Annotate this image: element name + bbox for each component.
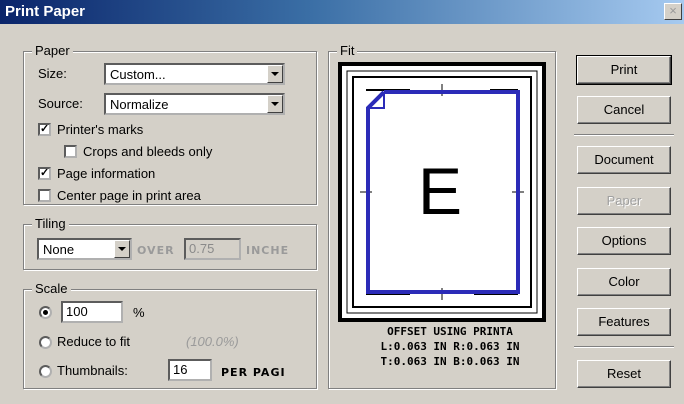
print-button[interactable]: Print bbox=[576, 55, 672, 85]
document-button[interactable]: Document bbox=[577, 146, 671, 174]
source-select-value: Normalize bbox=[110, 97, 169, 112]
fit-info-line2: L:0.063 IN R:0.063 IN bbox=[380, 340, 520, 353]
printers-marks-checkbox[interactable]: ✓ bbox=[38, 123, 51, 136]
chevron-down-icon[interactable] bbox=[114, 240, 130, 258]
paper-legend: Paper bbox=[32, 43, 73, 58]
center-page-checkbox[interactable] bbox=[38, 189, 51, 202]
button-separator bbox=[574, 346, 674, 348]
reduce-to-fit-label[interactable]: Reduce to fit bbox=[57, 334, 130, 349]
button-separator bbox=[574, 134, 674, 136]
close-icon[interactable]: × bbox=[664, 3, 682, 20]
tiling-over-label: OVER bbox=[137, 244, 175, 257]
size-label: Size: bbox=[38, 66, 67, 81]
per-page-label: PER PAGI bbox=[221, 366, 286, 379]
scale-percent-input[interactable]: 100 bbox=[61, 301, 123, 323]
percent-sign: % bbox=[133, 305, 145, 320]
reset-button[interactable]: Reset bbox=[577, 360, 671, 388]
thumbnails-radio[interactable] bbox=[39, 365, 52, 378]
thumbnails-label[interactable]: Thumbnails: bbox=[57, 363, 128, 378]
source-label: Source: bbox=[38, 96, 83, 111]
tiling-legend: Tiling bbox=[32, 216, 69, 231]
center-page-label[interactable]: Center page in print area bbox=[57, 188, 201, 203]
page-information-checkbox[interactable]: ✓ bbox=[38, 167, 51, 180]
print-paper-dialog: Print Paper × Paper Size: Custom... Sour… bbox=[0, 0, 684, 404]
paper-button[interactable]: Paper bbox=[577, 187, 671, 215]
crops-bleeds-label[interactable]: Crops and bleeds only bbox=[83, 144, 212, 159]
tiling-select[interactable]: None bbox=[37, 238, 132, 260]
options-button[interactable]: Options bbox=[577, 227, 671, 255]
cancel-button[interactable]: Cancel bbox=[577, 96, 671, 124]
tiling-select-value: None bbox=[43, 242, 75, 257]
chevron-down-icon[interactable] bbox=[267, 65, 283, 83]
printers-marks-label[interactable]: Printer's marks bbox=[57, 122, 143, 137]
tiling-unit-label: INCHE bbox=[246, 244, 290, 257]
tiling-over-input[interactable]: 0.75 bbox=[184, 238, 241, 260]
page-information-label[interactable]: Page information bbox=[57, 166, 155, 181]
reduce-to-fit-radio[interactable] bbox=[39, 336, 52, 349]
reduce-to-fit-hint: (100.0%) bbox=[186, 334, 239, 349]
thumbnails-input[interactable]: 16 bbox=[168, 359, 212, 381]
window-title: Print Paper bbox=[5, 3, 86, 20]
source-select[interactable]: Normalize bbox=[104, 93, 285, 115]
title-bar: Print Paper × bbox=[0, 0, 684, 24]
color-button[interactable]: Color bbox=[577, 268, 671, 296]
scale-percent-radio[interactable] bbox=[39, 306, 52, 319]
fit-legend: Fit bbox=[337, 43, 358, 58]
fit-page-letter: E bbox=[418, 154, 463, 228]
fit-info-line3: T:0.063 IN B:0.063 IN bbox=[380, 355, 520, 368]
size-select-value: Custom... bbox=[110, 67, 166, 82]
fit-info-line1: OFFSET USING PRINTA bbox=[387, 325, 513, 338]
crops-bleeds-checkbox[interactable] bbox=[64, 145, 77, 158]
scale-legend: Scale bbox=[32, 281, 71, 296]
features-button[interactable]: Features bbox=[577, 308, 671, 336]
chevron-down-icon[interactable] bbox=[267, 95, 283, 113]
size-select[interactable]: Custom... bbox=[104, 63, 285, 85]
